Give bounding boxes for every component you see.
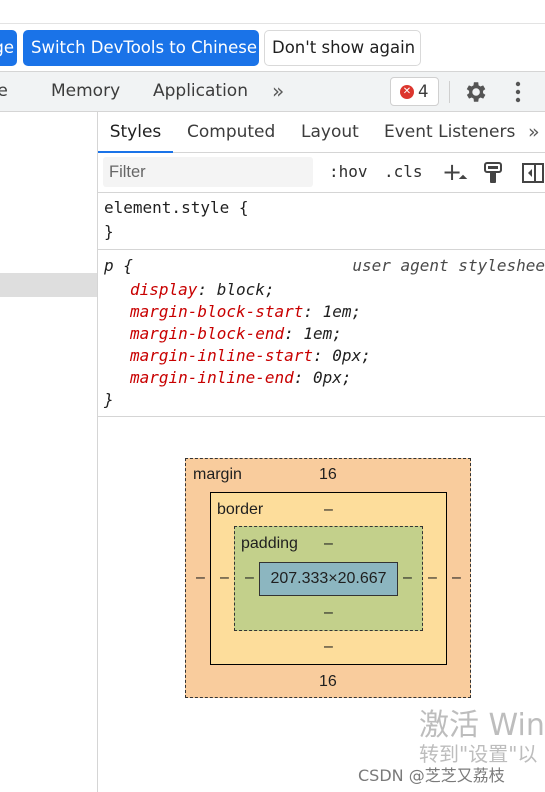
css-property: margin-block-end [130, 324, 285, 343]
border-right-value[interactable]: – [428, 569, 437, 587]
padding-right-value[interactable]: – [403, 569, 412, 587]
paint-brush-icon[interactable] [483, 162, 503, 184]
cls-toggle[interactable]: .cls [384, 153, 423, 191]
element-style-close: } [104, 222, 114, 241]
kebab-menu-icon[interactable] [509, 79, 527, 105]
new-style-rule-icon[interactable]: + [442, 153, 462, 191]
tab-application[interactable]: Application [153, 72, 248, 111]
gear-icon[interactable] [462, 79, 488, 105]
css-value: 1em; [303, 324, 342, 343]
css-declaration[interactable]: display: block; [130, 280, 275, 299]
user-agent-rule[interactable]: p { user agent styleshee display: block;… [98, 250, 545, 417]
x-circle-icon: ✕ [400, 85, 414, 99]
error-count-badge[interactable]: ✕ 4 [390, 77, 439, 106]
element-style-rule[interactable]: element.style { } [98, 193, 545, 250]
padding-left-value[interactable]: – [245, 569, 254, 587]
element-style-selector: element.style { [104, 198, 249, 217]
top-strip [0, 0, 545, 24]
css-property: margin-inline-end [130, 368, 294, 387]
margin-left-value[interactable]: – [196, 569, 205, 587]
language-infobar: ge Switch DevTools to Chinese Don't show… [0, 25, 545, 71]
devtools-tabbar: ce Memory Application » ✕ 4 [0, 71, 545, 112]
hov-toggle[interactable]: :hov [329, 153, 368, 191]
sidebar-tabs: Styles Computed Layout Event Listeners » [98, 112, 545, 153]
tab-layout[interactable]: Layout [301, 112, 359, 152]
elements-tree-pane[interactable] [0, 112, 98, 792]
css-property: margin-block-start [130, 302, 304, 321]
tab-sources-partial[interactable]: ce [0, 72, 8, 111]
error-count: 4 [418, 82, 429, 101]
tab-styles[interactable]: Styles [98, 112, 173, 153]
more-sidebar-tabs-icon[interactable]: » [528, 112, 540, 152]
css-declaration[interactable]: margin-inline-start: 0px; [130, 346, 371, 365]
border-left-value[interactable]: – [220, 569, 229, 587]
css-property: display [130, 280, 198, 299]
margin-bottom-value[interactable]: 16 [319, 673, 337, 691]
padding-label: padding [241, 535, 298, 552]
css-declaration[interactable]: margin-block-end: 1em; [130, 324, 342, 343]
dont-show-again-button[interactable]: Don't show again [264, 30, 421, 66]
toolbar-divider [449, 81, 450, 103]
border-label: border [217, 501, 264, 518]
tab-memory[interactable]: Memory [51, 72, 120, 111]
ua-rule-source[interactable]: user agent styleshee [352, 256, 545, 275]
filter-input[interactable] [103, 157, 313, 187]
toggle-sidebar-icon[interactable] [522, 163, 544, 183]
selected-node-row[interactable] [0, 273, 97, 297]
css-property: margin-inline-start [130, 346, 314, 365]
padding-top-value[interactable]: – [324, 535, 333, 553]
change-language-button[interactable]: ge [0, 30, 17, 66]
css-value: 0px; [332, 346, 371, 365]
ua-rule-selector: p { [104, 256, 133, 275]
padding-bottom-value[interactable]: – [324, 604, 333, 622]
css-declaration[interactable]: margin-inline-end: 0px; [130, 368, 352, 387]
tab-computed[interactable]: Computed [187, 112, 275, 152]
border-top-value[interactable]: – [324, 501, 333, 519]
margin-label: margin [193, 466, 242, 483]
margin-top-value[interactable]: 16 [319, 466, 337, 484]
styles-toolbar: :hov .cls + [98, 153, 545, 193]
box-model-content-size[interactable]: 207.333×20.667 [259, 562, 398, 596]
ua-rule-close: } [104, 390, 114, 409]
switch-devtools-chinese-button[interactable]: Switch DevTools to Chinese [23, 30, 259, 66]
source-credit-watermark: CSDN @芝芝又荔枝 [358, 766, 505, 785]
margin-right-value[interactable]: – [452, 569, 461, 587]
css-value: 0px; [313, 368, 352, 387]
tab-event-listeners[interactable]: Event Listeners [384, 112, 515, 152]
border-bottom-value[interactable]: – [324, 638, 333, 656]
css-value: block; [216, 280, 275, 299]
css-declaration[interactable]: margin-block-start: 1em; [130, 302, 361, 321]
css-value: 1em; [322, 302, 362, 321]
more-tabs-icon[interactable]: » [272, 72, 284, 111]
